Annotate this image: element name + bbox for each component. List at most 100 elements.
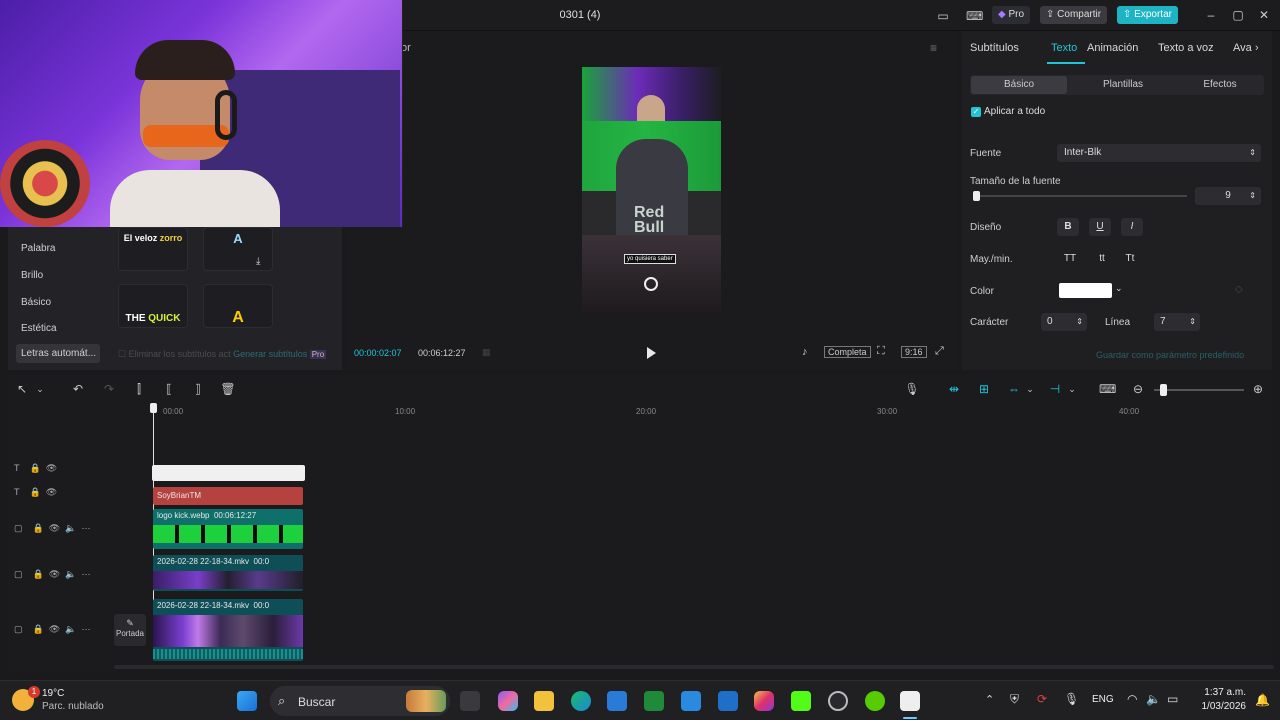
kick-icon[interactable] xyxy=(791,691,811,711)
titlecase-button[interactable]: Tt xyxy=(1119,250,1141,268)
aspect-ratio-selector[interactable]: 9:16 xyxy=(901,346,927,358)
capcut-icon[interactable] xyxy=(900,691,920,711)
eye-icon[interactable]: 👁 xyxy=(46,463,57,473)
task-view-icon[interactable] xyxy=(460,691,480,711)
fullscreen-icon[interactable]: ⤢ xyxy=(935,345,944,358)
lock-icon[interactable]: 🔒 xyxy=(33,624,44,634)
obs-icon[interactable] xyxy=(828,691,848,711)
snap-icon[interactable]: ⇔ xyxy=(1006,381,1022,397)
minimize-icon[interactable]: – xyxy=(1204,8,1218,22)
library-item-palabra[interactable]: Palabra xyxy=(21,243,55,254)
trim-left-icon[interactable]: ⟦ xyxy=(161,381,177,397)
eye-icon[interactable]: 👁 xyxy=(49,523,60,533)
eye-icon[interactable]: 👁 xyxy=(49,569,60,579)
caption-icon[interactable]: ⌨ xyxy=(1099,381,1116,397)
character-spacing-input[interactable]: 0 ⇕ xyxy=(1041,313,1087,331)
lock-icon[interactable]: 🔒 xyxy=(33,569,44,579)
zoom-slider-handle[interactable] xyxy=(1160,384,1167,396)
subtab-efectos[interactable]: Efectos xyxy=(1172,79,1268,90)
timeline-view-icon[interactable]: ▦ xyxy=(482,347,491,358)
name-text-clip[interactable]: SoyBrianTM xyxy=(153,487,303,505)
microphone-icon[interactable]: 🎙 xyxy=(904,381,920,397)
cursor-icon[interactable]: ↖ xyxy=(14,381,30,397)
zoom-in-icon[interactable]: ⊕ xyxy=(1250,381,1266,397)
eye-icon[interactable]: 👁 xyxy=(46,487,57,497)
microphone-icon[interactable]: 🎙 xyxy=(1064,692,1079,706)
instagram-icon[interactable] xyxy=(754,691,774,711)
chevron-down-icon[interactable]: ⌄ xyxy=(1115,283,1123,294)
keyboard-icon[interactable]: ⌨ xyxy=(966,8,983,24)
link-clips-icon[interactable]: ⇹ xyxy=(946,381,962,397)
edge-icon[interactable] xyxy=(571,691,591,711)
tab-texto-a-voz[interactable]: Texto a voz xyxy=(1158,42,1214,54)
color-swatch[interactable] xyxy=(1059,283,1112,298)
taskbar-search[interactable]: ⌕ Buscar xyxy=(270,686,450,716)
subtab-basico[interactable]: Básico xyxy=(971,76,1067,94)
audio-icon[interactable]: 🔈 xyxy=(65,523,76,533)
tab-animacion[interactable]: Animación xyxy=(1087,42,1138,54)
tiktok-icon[interactable]: ♪ xyxy=(802,346,808,358)
cover-button[interactable]: ✎ Portada xyxy=(114,614,146,646)
battery-icon[interactable]: ▭ xyxy=(1167,692,1178,706)
chevron-down-icon[interactable]: ⌄ xyxy=(1022,381,1038,397)
save-preset-button[interactable]: Guardar como parámetro predefinido xyxy=(1096,350,1244,360)
close-icon[interactable]: ✕ xyxy=(1257,8,1271,22)
export-button[interactable]: ⇧ Exportar xyxy=(1117,6,1178,24)
layout-icon[interactable]: ▭ xyxy=(935,8,951,24)
sync-icon[interactable]: ⟳ xyxy=(1037,692,1047,706)
volume-icon[interactable]: 🔈 xyxy=(1146,692,1161,706)
subtitle-clip[interactable] xyxy=(152,465,305,481)
tab-texto[interactable]: Texto xyxy=(1051,42,1077,54)
preview-axis-icon[interactable]: ⊣ xyxy=(1047,381,1063,397)
quality-selector[interactable]: Completa xyxy=(824,346,871,358)
magnet-icon[interactable]: ⊞ xyxy=(976,381,992,397)
text-template-card[interactable]: A ⤓ xyxy=(203,227,273,271)
generate-subtitles-link[interactable]: Generar subtítulos xyxy=(233,349,307,359)
chevron-right-icon[interactable]: › xyxy=(1255,42,1259,54)
chevron-up-icon[interactable]: ⌃ xyxy=(985,693,994,706)
font-select[interactable]: Inter-Blk ⇕ xyxy=(1057,144,1261,162)
chevron-down-icon[interactable]: ⌄ xyxy=(1064,381,1080,397)
more-icon[interactable]: ⋯ xyxy=(81,569,90,579)
xbox-icon[interactable] xyxy=(644,691,664,711)
line-spacing-input[interactable]: 7 ⇕ xyxy=(1154,313,1200,331)
chevron-down-icon[interactable]: ⌄ xyxy=(32,381,48,397)
text-template-card[interactable]: A xyxy=(203,284,273,328)
more-icon[interactable]: ⋯ xyxy=(81,523,90,533)
menu-icon[interactable]: ≡ xyxy=(930,41,937,55)
outlook-icon[interactable] xyxy=(681,691,701,711)
windows-start-icon[interactable] xyxy=(237,691,257,711)
video-clip[interactable]: 2026-02-28 22-18-34.mkv 00:0 xyxy=(153,555,303,591)
store-icon[interactable] xyxy=(607,691,627,711)
delete-icon[interactable]: 🗑 xyxy=(220,381,236,397)
mail-icon[interactable] xyxy=(718,691,738,711)
keyframe-icon[interactable]: ◇ xyxy=(1235,284,1243,295)
text-template-card[interactable]: El veloz zorro xyxy=(118,227,188,271)
font-size-input[interactable]: 9 ⇕ xyxy=(1195,187,1261,205)
italic-button[interactable]: I xyxy=(1121,218,1143,236)
wifi-icon[interactable]: ◠ xyxy=(1127,692,1137,706)
language-indicator[interactable]: ENG xyxy=(1092,694,1114,705)
bold-button[interactable]: B xyxy=(1057,218,1079,236)
play-icon[interactable] xyxy=(644,346,658,360)
download-icon[interactable]: ⤓ xyxy=(256,256,260,267)
share-button[interactable]: ⇪ Compartir xyxy=(1040,6,1108,24)
lock-icon[interactable]: 🔒 xyxy=(30,487,41,497)
tab-subtitulos[interactable]: Subtítulos xyxy=(970,42,1019,54)
library-item-letras-automaticas[interactable]: Letras automát... xyxy=(16,344,100,363)
lock-icon[interactable]: 🔒 xyxy=(33,523,44,533)
split-icon[interactable]: ⫿ xyxy=(131,381,147,397)
redo-icon[interactable]: ↷ xyxy=(101,381,117,397)
library-item-basico[interactable]: Básico xyxy=(21,297,51,308)
library-item-brillo[interactable]: Brillo xyxy=(21,270,43,281)
more-icon[interactable]: ⋯ xyxy=(81,624,90,634)
video-preview[interactable]: Red Bull yo quisiera saber xyxy=(582,67,721,313)
copilot-icon[interactable] xyxy=(498,691,518,711)
duolingo-icon[interactable] xyxy=(865,691,885,711)
lowercase-button[interactable]: tt xyxy=(1091,250,1113,268)
tab-avanzado[interactable]: Ava xyxy=(1233,42,1252,54)
remove-subtitles-checkbox[interactable]: ☐ xyxy=(118,349,126,359)
fit-screen-icon[interactable]: ⛶ xyxy=(877,345,885,358)
zoom-out-icon[interactable]: ⊖ xyxy=(1130,381,1146,397)
main-video-clip[interactable]: 2026-02-28 22-18-34.mkv 00:0 xyxy=(153,599,303,661)
